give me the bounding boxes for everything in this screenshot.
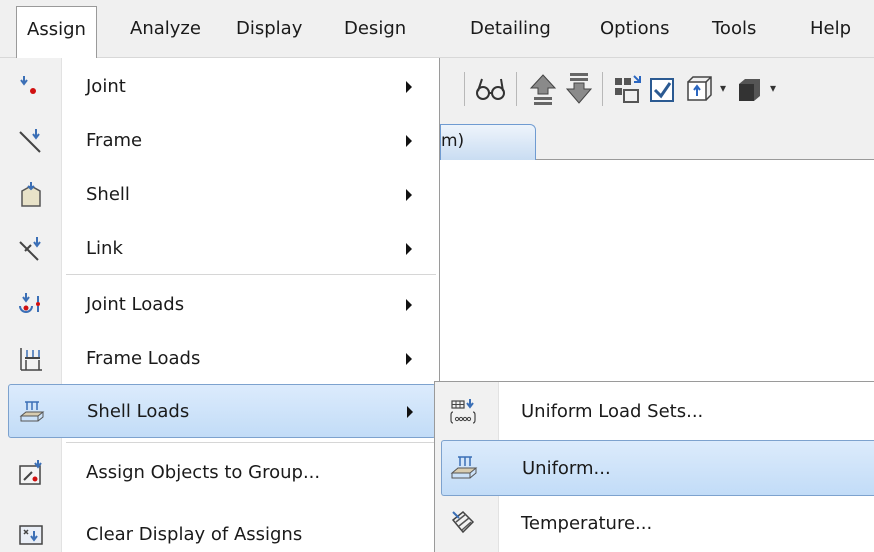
frame-loads-icon bbox=[18, 346, 44, 372]
submenu-arrow-icon bbox=[406, 243, 412, 255]
clear-display-icon bbox=[18, 522, 44, 548]
menu-item-assign-group[interactable]: Assign Objects to Group... bbox=[0, 446, 440, 500]
joint-icon bbox=[18, 74, 44, 100]
submenu-arrow-icon bbox=[407, 406, 413, 418]
menu-item-frame-loads[interactable]: Frame Loads bbox=[0, 332, 440, 386]
menu-help[interactable]: Help bbox=[800, 6, 861, 52]
submenu-item-label: Uniform Load Sets... bbox=[521, 401, 704, 422]
menu-item-label: Joint Loads bbox=[86, 294, 185, 315]
menu-assign[interactable]: Assign bbox=[16, 6, 97, 58]
grid-select-icon[interactable] bbox=[610, 70, 644, 108]
menu-item-label: Frame bbox=[86, 130, 143, 151]
toolbar-separator bbox=[516, 72, 517, 106]
shell-loads-icon bbox=[19, 399, 45, 425]
dropdown-arrow-icon[interactable]: ▾ bbox=[766, 78, 780, 98]
assign-menu: Joint Frame Shell Link Joint Loads Frame… bbox=[0, 58, 440, 552]
submenu-arrow-icon bbox=[406, 189, 412, 201]
menubar: Assign Analyze Display Design Detailing … bbox=[0, 0, 874, 58]
menu-item-label: Assign Objects to Group... bbox=[86, 462, 321, 483]
checkbox-icon[interactable] bbox=[646, 70, 680, 108]
tab-strip: m) bbox=[440, 120, 874, 161]
shell-loads-submenu: Uniform Load Sets... Uniform... Temperat… bbox=[434, 381, 874, 552]
frame-icon bbox=[18, 128, 44, 154]
uniform-load-sets-icon bbox=[449, 398, 477, 426]
menu-item-shell[interactable]: Shell bbox=[0, 168, 440, 222]
menu-display[interactable]: Display bbox=[226, 6, 312, 52]
toolbar: ▾ ▾ bbox=[440, 58, 874, 120]
submenu-arrow-icon bbox=[406, 299, 412, 311]
menu-tools[interactable]: Tools bbox=[702, 6, 766, 52]
menu-item-link[interactable]: Link bbox=[0, 222, 440, 276]
submenu-item-temperature[interactable]: Temperature... bbox=[435, 496, 874, 552]
menu-item-clear-display[interactable]: Clear Display of Assigns bbox=[0, 508, 440, 552]
move-down-icon[interactable] bbox=[562, 70, 596, 108]
view-box-icon[interactable] bbox=[682, 70, 716, 108]
menu-detailing[interactable]: Detailing bbox=[460, 6, 561, 52]
menu-separator bbox=[66, 274, 436, 275]
menu-item-frame[interactable]: Frame bbox=[0, 114, 440, 168]
menu-analyze[interactable]: Analyze bbox=[120, 6, 211, 52]
joint-loads-icon bbox=[18, 292, 44, 318]
menu-item-label: Shell bbox=[86, 184, 130, 205]
submenu-item-uniform[interactable]: Uniform... bbox=[441, 440, 874, 496]
menu-item-label: Link bbox=[86, 238, 123, 259]
menu-item-label: Clear Display of Assigns bbox=[86, 524, 303, 545]
dropdown-arrow-icon[interactable]: ▾ bbox=[716, 78, 730, 98]
group-assign-icon bbox=[18, 460, 44, 486]
glasses-icon[interactable] bbox=[474, 70, 508, 108]
toolbar-separator bbox=[602, 72, 603, 106]
temperature-icon bbox=[449, 510, 477, 538]
toolbar-separator bbox=[464, 72, 465, 106]
menu-design[interactable]: Design bbox=[334, 6, 416, 52]
view-tab[interactable]: m) bbox=[440, 124, 536, 161]
submenu-arrow-icon bbox=[406, 81, 412, 93]
submenu-item-uniform-load-sets[interactable]: Uniform Load Sets... bbox=[435, 384, 874, 440]
menu-item-label: Joint bbox=[86, 76, 126, 97]
submenu-arrow-icon bbox=[406, 135, 412, 147]
menu-item-joint-loads[interactable]: Joint Loads bbox=[0, 278, 440, 332]
submenu-item-label: Uniform... bbox=[522, 458, 611, 479]
menu-item-shell-loads[interactable]: Shell Loads bbox=[8, 384, 436, 438]
submenu-arrow-icon bbox=[406, 353, 412, 365]
link-icon bbox=[18, 236, 44, 262]
uniform-load-icon bbox=[450, 455, 478, 483]
menu-separator bbox=[66, 442, 436, 443]
menu-item-joint[interactable]: Joint bbox=[0, 60, 440, 114]
menu-item-label: Shell Loads bbox=[87, 401, 190, 422]
submenu-item-label: Temperature... bbox=[521, 513, 653, 534]
shell-icon bbox=[18, 182, 44, 208]
menu-options[interactable]: Options bbox=[590, 6, 679, 52]
menu-item-label: Frame Loads bbox=[86, 348, 201, 369]
cube-view-icon[interactable] bbox=[732, 70, 766, 108]
move-up-icon[interactable] bbox=[526, 70, 560, 108]
